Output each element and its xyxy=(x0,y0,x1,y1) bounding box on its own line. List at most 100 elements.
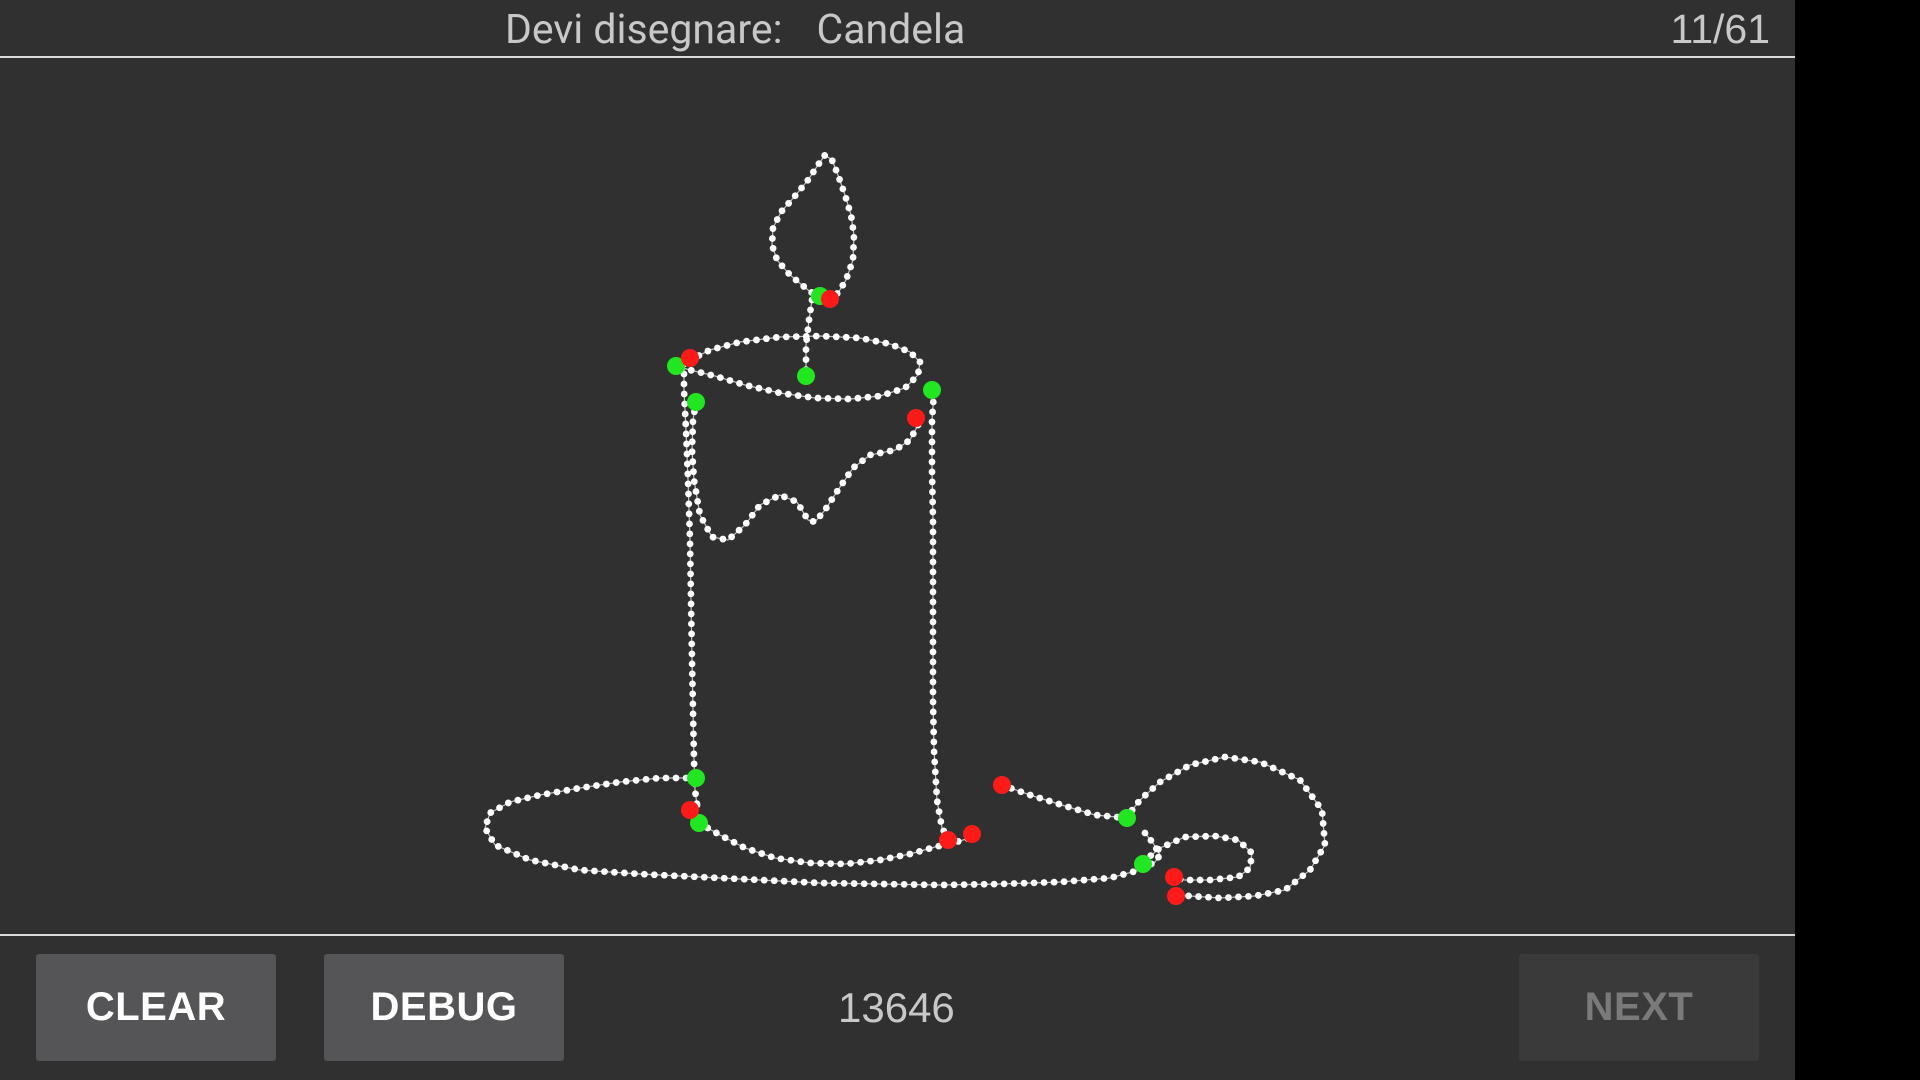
stroke-point xyxy=(1182,833,1190,841)
drawing-svg[interactable] xyxy=(0,58,1795,934)
stroke-point xyxy=(1010,880,1018,887)
prompt-text: Devi disegnare: Candela xyxy=(505,6,965,54)
stroke-point xyxy=(852,334,860,342)
stroke-point xyxy=(687,600,695,608)
stroke-point xyxy=(930,718,937,726)
stroke-point xyxy=(929,528,937,536)
stroke-point xyxy=(804,326,812,334)
stroke-point xyxy=(642,775,650,783)
stroke-point xyxy=(802,346,810,353)
stroke-point xyxy=(772,334,780,341)
stroke-point xyxy=(688,448,696,456)
stroke-point xyxy=(684,480,692,488)
stroke-point xyxy=(543,790,551,798)
stroke-point xyxy=(940,881,948,889)
stroke-point xyxy=(1074,806,1082,814)
stroke-point xyxy=(791,192,799,200)
stroke-point xyxy=(680,390,688,398)
stroke-point xyxy=(563,786,571,794)
stroke-point xyxy=(697,369,705,377)
stroke-point xyxy=(1093,811,1101,819)
stroke-point xyxy=(720,874,728,882)
stroke-point xyxy=(611,868,618,876)
stroke-point xyxy=(1247,848,1255,856)
debug-button[interactable]: DEBUG xyxy=(324,954,564,1061)
stroke-point xyxy=(719,535,727,543)
stroke-point xyxy=(804,176,812,184)
stroke-point xyxy=(1163,841,1171,849)
stroke-point xyxy=(690,873,698,881)
stroke-point xyxy=(1205,893,1212,901)
stroke-point xyxy=(937,818,945,825)
stroke-point xyxy=(765,387,773,394)
stroke-point xyxy=(884,390,891,398)
stroke-point xyxy=(828,496,836,503)
stroke-point xyxy=(672,774,680,782)
stroke-point xyxy=(929,648,937,656)
stroke-point xyxy=(970,881,978,888)
stroke-point xyxy=(755,384,763,392)
stroke-end-marker xyxy=(1167,887,1185,905)
stroke-point xyxy=(877,856,884,864)
next-button[interactable]: NEXT xyxy=(1519,954,1759,1061)
stroke-point xyxy=(1141,791,1149,799)
stroke-point xyxy=(809,168,817,176)
stroke-point xyxy=(685,510,693,518)
stroke-point xyxy=(640,870,648,878)
stroke-point xyxy=(1231,836,1239,843)
drawing-canvas[interactable] xyxy=(0,58,1795,934)
stroke-point xyxy=(1264,889,1272,897)
stroke-point xyxy=(814,394,822,402)
stroke-point xyxy=(1247,857,1255,865)
stroke-point xyxy=(1291,878,1299,886)
stroke-point xyxy=(688,650,696,658)
stroke-point xyxy=(762,335,770,343)
stroke-point xyxy=(1110,873,1118,881)
stroke-point xyxy=(864,393,872,401)
stroke-point xyxy=(1173,837,1180,845)
stroke-point xyxy=(1312,857,1319,865)
stroke-point xyxy=(874,392,882,400)
stroke-point xyxy=(929,518,937,526)
stroke-point xyxy=(1192,760,1200,768)
stroke-point xyxy=(682,430,690,438)
stroke-point xyxy=(771,493,779,501)
stroke-point xyxy=(893,387,901,394)
stroke-point xyxy=(1254,891,1262,899)
stroke-point xyxy=(622,777,630,785)
stroke-point xyxy=(867,451,874,459)
stroke-point xyxy=(591,867,598,875)
stroke-point xyxy=(910,881,918,888)
stroke-point xyxy=(1241,756,1249,764)
stroke-point xyxy=(601,868,608,876)
stroke-point xyxy=(790,878,798,886)
stroke-point xyxy=(487,809,495,816)
stroke-point xyxy=(531,857,539,865)
stroke-point xyxy=(1040,879,1048,886)
stroke-point xyxy=(798,184,805,192)
stroke-point xyxy=(1155,853,1162,861)
stroke-point xyxy=(832,166,840,174)
stroke-point xyxy=(688,438,696,446)
stroke-point xyxy=(847,859,855,867)
stroke-point xyxy=(1185,892,1192,900)
stroke-point xyxy=(736,379,743,387)
stroke-point xyxy=(872,337,880,345)
stroke-point xyxy=(730,838,738,846)
stroke-start-marker xyxy=(797,367,815,385)
stroke-point xyxy=(812,332,820,340)
stroke-point xyxy=(1308,793,1316,801)
stroke-point xyxy=(929,508,937,516)
stroke-point xyxy=(1314,801,1322,809)
stroke-point xyxy=(843,273,851,280)
stroke-point xyxy=(850,243,857,251)
stroke-point xyxy=(690,740,698,748)
stroke-point xyxy=(834,395,842,403)
stroke-point xyxy=(1195,893,1202,900)
stroke-point xyxy=(1245,892,1252,900)
stroke-point xyxy=(1307,865,1314,873)
clear-button[interactable]: CLEAR xyxy=(36,954,276,1061)
stroke-point xyxy=(721,834,729,842)
stroke-point xyxy=(687,570,694,578)
stroke-path xyxy=(771,154,855,301)
